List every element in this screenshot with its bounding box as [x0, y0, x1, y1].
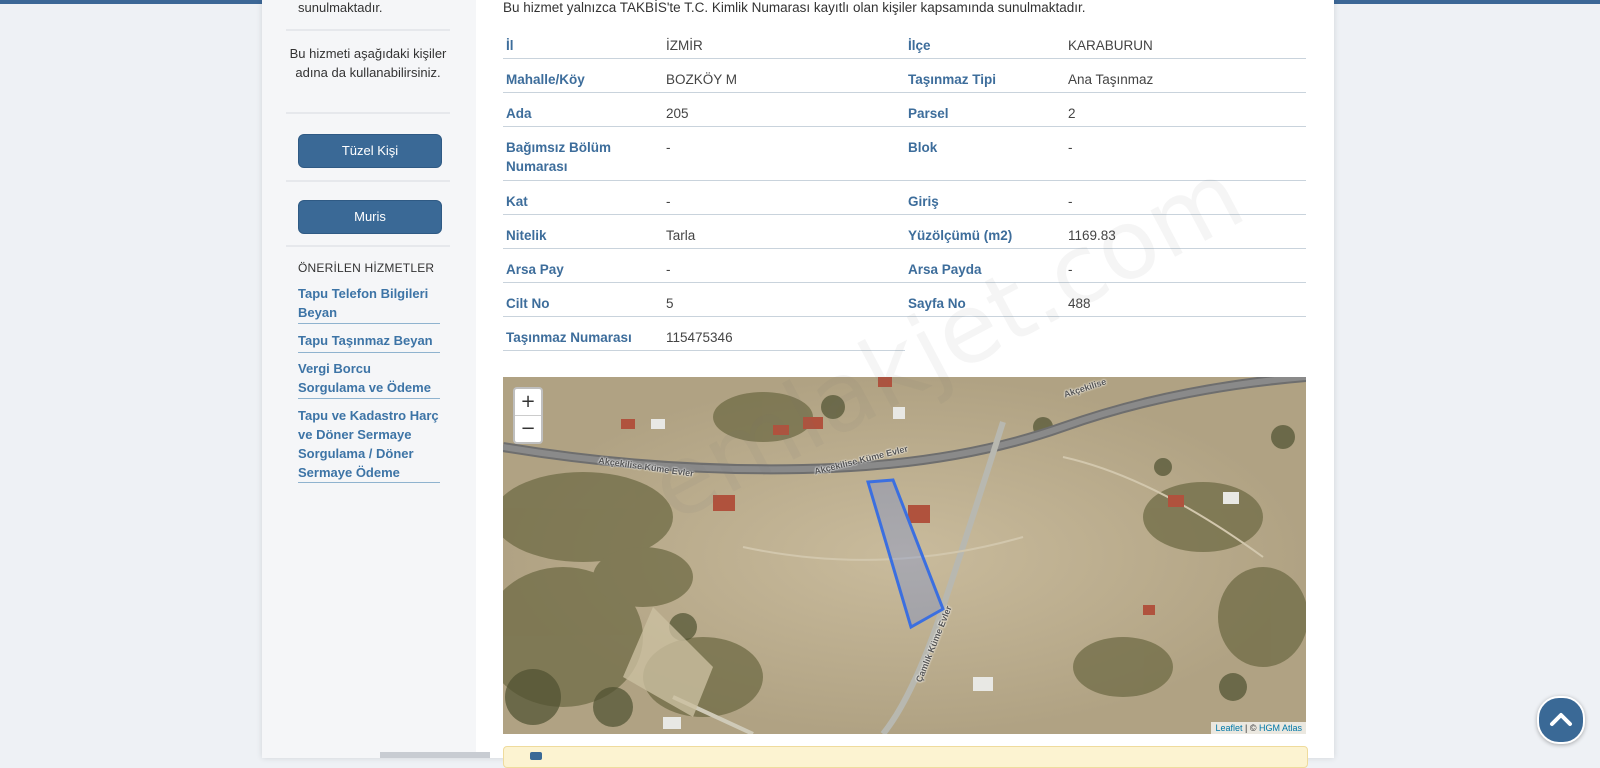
sidebar-top-text: sunulmaktadır. [298, 0, 383, 15]
label-province: İl [506, 38, 514, 53]
row-divider [503, 282, 1306, 283]
row-divider [503, 126, 1306, 127]
leaflet-link[interactable]: Leaflet [1215, 723, 1242, 733]
scroll-to-top-button[interactable] [1537, 696, 1585, 744]
zoom-in-button[interactable]: + [515, 389, 541, 416]
value-volume-no: 5 [666, 296, 674, 311]
chevron-up-icon [1550, 713, 1572, 726]
label-district: İlçe [908, 38, 931, 53]
deceased-button[interactable]: Muris [298, 200, 442, 234]
label-volume-no: Cilt No [506, 296, 550, 311]
label-quality: Nitelik [506, 228, 547, 243]
zoom-out-button[interactable]: − [515, 416, 541, 442]
value-property-type: Ana Taşınmaz [1068, 72, 1154, 87]
info-notice-box [503, 746, 1308, 768]
link-divider [298, 482, 440, 483]
label-independent-unit: Bağımsız Bölüm Numarası [506, 140, 612, 174]
label-parcel: Parsel [908, 106, 949, 121]
row-divider [503, 58, 1306, 59]
label-land-share-denominator: Arsa Payda [908, 262, 982, 277]
legal-entity-button[interactable]: Tüzel Kişi [298, 134, 442, 168]
sidebar-note: Bu hizmeti aşağıdaki kişiler adına da ku… [289, 46, 447, 80]
label-entrance: Giriş [908, 194, 939, 209]
sidebar-divider [286, 29, 450, 31]
value-province: İZMİR [666, 38, 703, 53]
value-building-block: - [1068, 140, 1073, 155]
link-tax-debt-query[interactable]: Vergi Borcu Sorgulama ve Ödeme [298, 359, 440, 397]
value-block-no: 205 [666, 106, 689, 121]
parcel-map[interactable]: Akçekilise Küme Evler Akçekilise Küme Ev… [503, 377, 1306, 734]
value-land-share: - [666, 262, 671, 277]
link-divider [298, 398, 440, 399]
sidebar-divider [286, 245, 450, 247]
label-property-number: Taşınmaz Numarası [506, 330, 632, 345]
label-neighborhood: Mahalle/Köy [506, 72, 585, 87]
label-block-no: Ada [506, 106, 532, 121]
value-land-share-denominator: - [1068, 262, 1073, 277]
footer-text-fragment [380, 752, 490, 758]
row-divider [503, 214, 1306, 215]
sidebar-divider [286, 112, 450, 114]
recommended-services-title: ÖNERİLEN HİZMETLER [298, 261, 435, 275]
label-area: Yüzölçümü (m2) [908, 228, 1013, 243]
attribution-separator: | © [1242, 723, 1259, 733]
service-intro-text: Bu hizmet yalnızca TAKBİS'te T.C. Kimlik… [503, 0, 1086, 15]
value-property-number: 115475346 [666, 330, 733, 345]
value-neighborhood: BOZKÖY M [666, 72, 738, 87]
value-independent-unit: - [666, 140, 671, 155]
value-area: 1169.83 [1068, 228, 1116, 243]
row-divider [503, 92, 1306, 93]
row-divider [503, 180, 1306, 181]
value-floor: - [666, 194, 671, 209]
info-icon [530, 752, 542, 760]
link-property-declaration[interactable]: Tapu Taşınmaz Beyan [298, 331, 440, 350]
value-quality: Tarla [666, 228, 696, 243]
zoom-control: + − [513, 387, 543, 444]
label-property-type: Taşınmaz Tipi [908, 72, 997, 87]
link-phone-info-declaration[interactable]: Tapu Telefon Bilgileri Beyan [298, 284, 440, 322]
link-divider [298, 323, 440, 324]
link-cadastre-fee-query[interactable]: Tapu ve Kadastro Harç ve Döner Sermaye S… [298, 406, 440, 482]
link-divider [298, 352, 440, 353]
label-land-share: Arsa Pay [506, 262, 564, 277]
label-building-block: Blok [908, 140, 938, 155]
row-divider [503, 316, 1306, 317]
satellite-imagery [503, 377, 1306, 734]
map-attribution: Leaflet | © HGM Atlas [1211, 722, 1306, 734]
value-parcel: 2 [1068, 106, 1076, 121]
sidebar-divider [286, 180, 450, 182]
label-page-no: Sayfa No [908, 296, 966, 311]
row-divider [503, 350, 905, 351]
value-page-no: 488 [1068, 296, 1091, 311]
row-divider [503, 248, 1306, 249]
hgm-atlas-link[interactable]: HGM Atlas [1259, 723, 1302, 733]
value-entrance: - [1068, 194, 1073, 209]
value-district: KARABURUN [1068, 38, 1153, 53]
label-floor: Kat [506, 194, 528, 209]
